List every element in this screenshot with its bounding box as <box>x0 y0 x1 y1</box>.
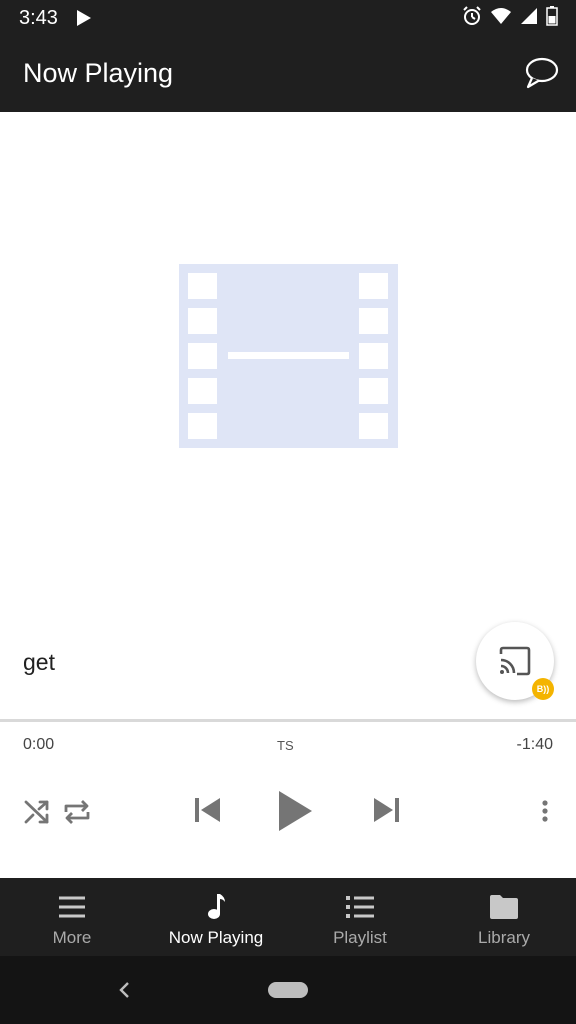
play-button[interactable] <box>275 789 315 833</box>
alarm-icon <box>463 6 481 25</box>
nav-item-playlist[interactable]: Playlist <box>288 878 432 956</box>
more-vert-icon <box>542 800 548 822</box>
more-options-button[interactable] <box>535 797 555 825</box>
track-title: get <box>23 649 55 675</box>
shuffle-icon <box>24 800 49 824</box>
film-icon <box>179 264 398 448</box>
status-time: 3:43 <box>19 7 58 29</box>
cast-button[interactable]: B)) <box>476 622 554 700</box>
nav-label-playlist: Playlist <box>333 928 387 947</box>
wifi-icon <box>491 8 511 24</box>
list-icon <box>346 896 374 918</box>
format-label: TS <box>277 738 294 753</box>
repeat-button[interactable] <box>62 797 92 827</box>
cast-badge: B)) <box>532 678 554 700</box>
status-icons <box>462 6 558 26</box>
page-title: Now Playing <box>23 58 174 88</box>
progress-bar[interactable] <box>0 719 576 722</box>
cast-icon <box>499 646 531 676</box>
shuffle-button[interactable] <box>22 797 52 827</box>
chat-bubble-icon[interactable] <box>524 56 560 90</box>
bottom-nav: More Now Playing Playlist Library <box>0 878 576 956</box>
nav-label-now-playing: Now Playing <box>168 928 264 947</box>
repeat-icon <box>64 800 90 824</box>
skip-next-button[interactable] <box>372 795 402 825</box>
play-icon <box>77 10 91 26</box>
nav-item-library[interactable]: Library <box>432 878 576 956</box>
skip-next-icon <box>374 798 399 822</box>
status-bar: 3:43 <box>0 0 576 36</box>
battery-icon <box>546 6 558 26</box>
music-note-icon <box>208 894 225 919</box>
remaining-time: -1:40 <box>516 736 553 753</box>
elapsed-time: 0:00 <box>23 736 55 753</box>
folder-icon <box>490 895 518 919</box>
skip-previous-icon <box>195 798 220 822</box>
home-button[interactable] <box>268 982 308 998</box>
skip-previous-button[interactable] <box>192 795 222 825</box>
play-icon <box>279 791 312 831</box>
nav-label-more: More <box>52 928 92 947</box>
nav-item-now-playing[interactable]: Now Playing <box>144 878 288 956</box>
app-bar: Now Playing <box>0 36 576 112</box>
signal-icon <box>521 8 537 24</box>
nav-item-more[interactable]: More <box>0 878 144 956</box>
back-icon[interactable] <box>116 980 132 1000</box>
menu-icon <box>59 896 85 918</box>
nav-label-library: Library <box>478 928 530 947</box>
